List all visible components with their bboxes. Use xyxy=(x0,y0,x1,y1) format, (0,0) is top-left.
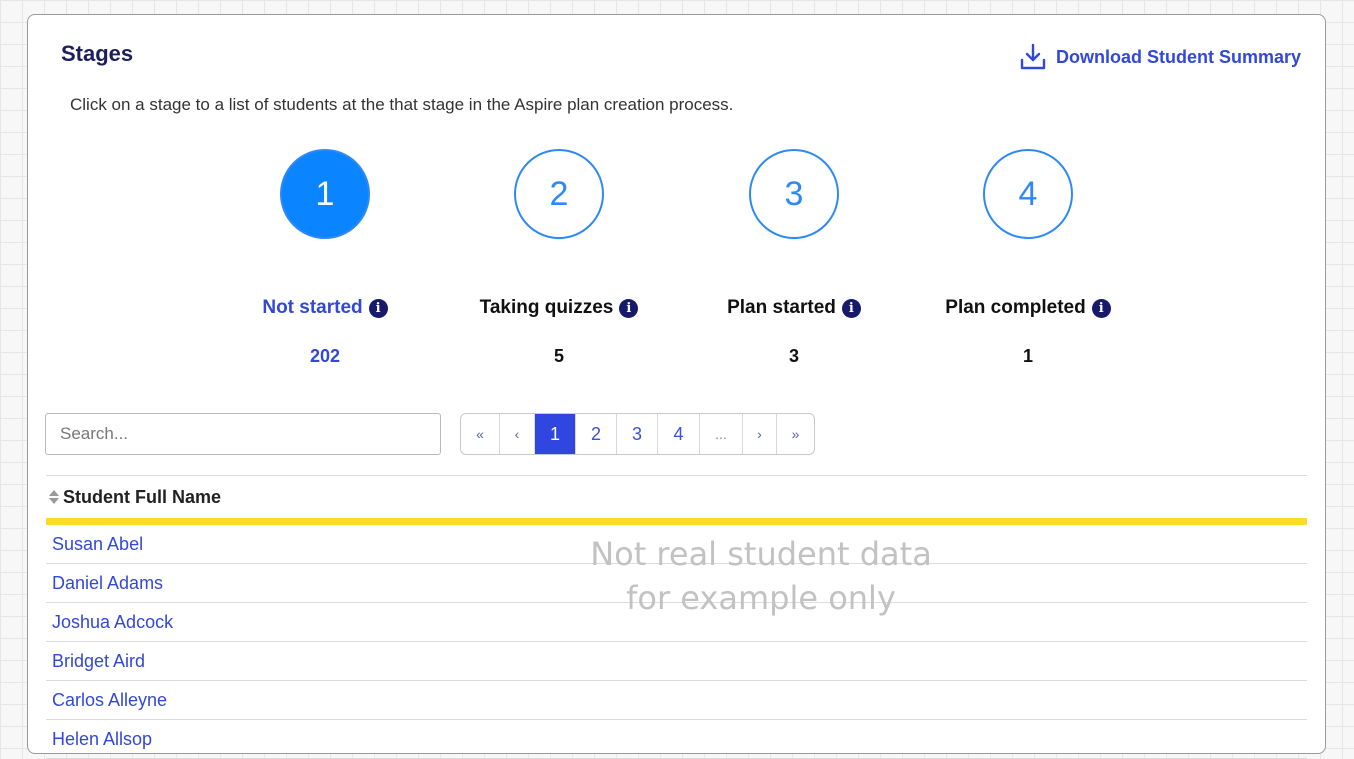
info-icon[interactable]: i xyxy=(619,298,639,318)
stage-2-count[interactable]: 5 xyxy=(459,346,659,367)
student-name-link[interactable]: Susan Abel xyxy=(52,534,143,555)
stage-not-started[interactable]: 1 Not started i 202 xyxy=(225,149,425,367)
column-header-student-name[interactable]: Student Full Name xyxy=(46,475,1307,525)
info-icon[interactable]: i xyxy=(368,298,388,318)
stage-4-label-wrap: Plan completed i xyxy=(928,294,1128,322)
stages-description: Click on a stage to a list of students a… xyxy=(70,95,734,114)
table-row[interactable]: Helen Allsop xyxy=(46,720,1307,759)
table-row[interactable]: Joshua Adcock xyxy=(46,603,1307,642)
student-name-link[interactable]: Carlos Alleyne xyxy=(52,690,167,711)
pagination-ellipsis: ... xyxy=(699,414,742,454)
stages-card: Stages Download Student Summary Click on… xyxy=(27,14,1326,759)
student-name-link[interactable]: Bridget Aird xyxy=(52,651,145,672)
stage-4-label: Plan completed xyxy=(945,297,1086,318)
stage-4-count[interactable]: 1 xyxy=(928,346,1128,367)
stage-plan-started[interactable]: 3 Plan started i 3 xyxy=(694,149,894,367)
stage-taking-quizzes[interactable]: 2 Taking quizzes i 5 xyxy=(459,149,659,367)
stage-2-label: Taking quizzes xyxy=(479,297,614,318)
info-icon[interactable]: i xyxy=(841,298,861,318)
stage-1-label: Not started xyxy=(262,297,363,318)
student-name-link[interactable]: Helen Allsop xyxy=(52,729,152,750)
stage-3-circle[interactable]: 3 xyxy=(749,149,839,239)
stage-1-count[interactable]: 202 xyxy=(225,346,425,367)
stage-1-label-wrap: Not started i xyxy=(225,294,425,322)
pagination: « ‹ 1 2 3 4 ... › » xyxy=(460,413,815,455)
stage-2-label-wrap: Taking quizzes i xyxy=(459,294,659,322)
column-header-label: Student Full Name xyxy=(63,486,222,507)
download-icon xyxy=(1020,43,1046,70)
student-name-link[interactable]: Daniel Adams xyxy=(52,573,163,594)
last-page-button[interactable]: » xyxy=(776,414,814,454)
next-page-button[interactable]: › xyxy=(742,414,776,454)
page-2-button[interactable]: 2 xyxy=(575,414,616,454)
stage-1-circle[interactable]: 1 xyxy=(280,149,370,239)
stage-plan-completed[interactable]: 4 Plan completed i 1 xyxy=(928,149,1128,367)
stage-3-label: Plan started xyxy=(727,297,836,318)
students-table: Student Full Name Susan Abel Daniel Adam… xyxy=(46,475,1307,759)
stage-4-circle[interactable]: 4 xyxy=(983,149,1073,239)
student-name-link[interactable]: Joshua Adcock xyxy=(52,612,173,633)
table-row[interactable]: Daniel Adams xyxy=(46,564,1307,603)
page-1-button[interactable]: 1 xyxy=(534,414,575,454)
page-title: Stages xyxy=(61,41,134,66)
info-icon[interactable]: i xyxy=(1091,298,1111,318)
prev-page-button[interactable]: ‹ xyxy=(499,414,534,454)
table-row[interactable]: Carlos Alleyne xyxy=(46,681,1307,720)
first-page-button[interactable]: « xyxy=(461,414,499,454)
sort-icon[interactable] xyxy=(49,490,59,504)
stage-3-count[interactable]: 3 xyxy=(694,346,894,367)
page-3-button[interactable]: 3 xyxy=(616,414,657,454)
page-4-button[interactable]: 4 xyxy=(657,414,699,454)
search-input[interactable] xyxy=(45,413,441,455)
download-summary-label: Download Student Summary xyxy=(1055,46,1301,67)
table-row[interactable]: Susan Abel xyxy=(46,525,1307,564)
stage-3-label-wrap: Plan started i xyxy=(694,294,894,322)
table-row[interactable]: Bridget Aird xyxy=(46,642,1307,681)
download-summary-button[interactable]: Download Student Summary xyxy=(1020,43,1301,71)
stage-2-circle[interactable]: 2 xyxy=(514,149,604,239)
